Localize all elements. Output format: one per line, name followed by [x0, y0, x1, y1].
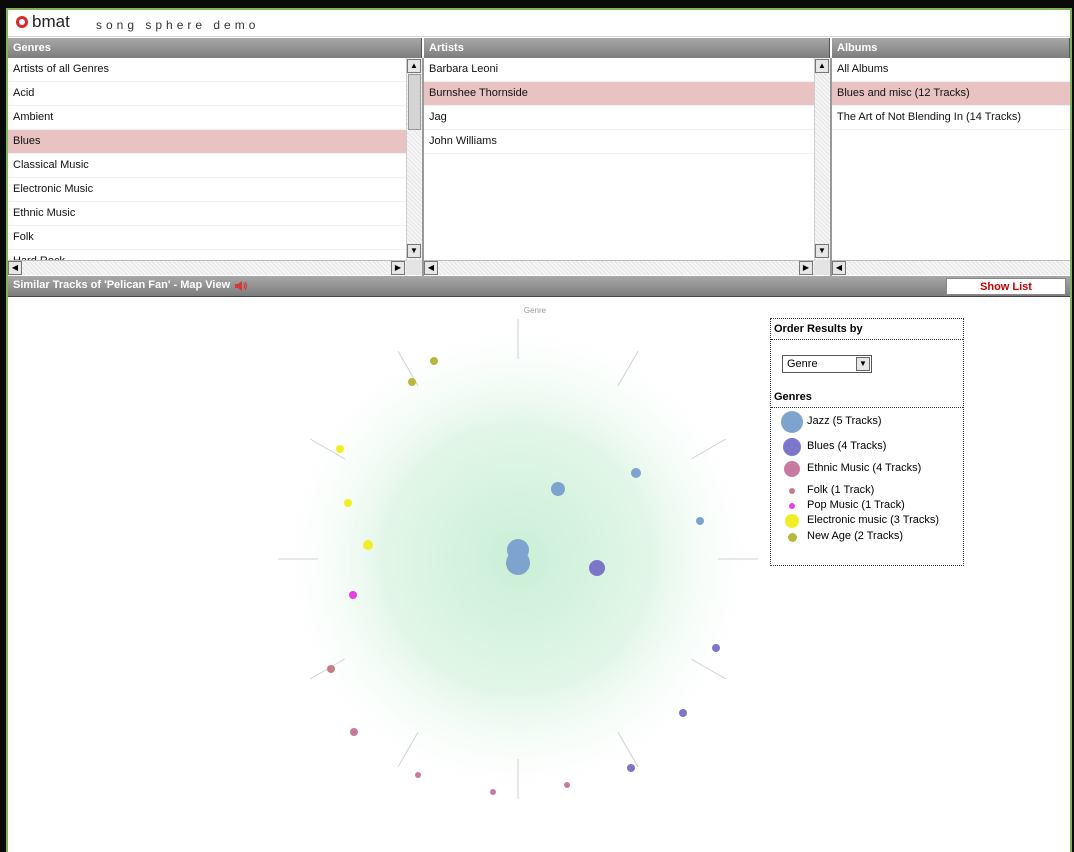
track-point[interactable] — [363, 540, 373, 550]
order-results-header: Order Results by — [771, 319, 963, 340]
brand-name: bmat — [32, 12, 70, 31]
song-sphere-map[interactable]: Genre Order Results by Genre ▼ Genres Ja… — [8, 297, 1070, 852]
track-point[interactable] — [589, 560, 605, 576]
legend-color-swatch — [784, 461, 800, 477]
track-point[interactable] — [696, 517, 704, 525]
scroll-up-arrow-icon[interactable]: ▲ — [815, 59, 829, 73]
genres-header[interactable]: Genres — [8, 38, 422, 58]
scroll-right-arrow-icon[interactable]: ▶ — [391, 261, 405, 275]
track-point[interactable] — [551, 482, 565, 496]
legend-item-label: Jazz (5 Tracks) — [807, 415, 882, 427]
track-point[interactable] — [627, 764, 635, 772]
genres-scroll-thumb[interactable] — [408, 74, 421, 130]
albums-list[interactable]: All Albums Blues and misc (12 Tracks) The … — [832, 58, 1070, 260]
track-point[interactable] — [430, 357, 438, 365]
track-point[interactable] — [344, 499, 352, 507]
track-point[interactable] — [564, 782, 570, 788]
artists-horizontal-scrollbar[interactable]: ◀ ▶ — [424, 260, 814, 275]
artists-list-item[interactable]: John Williams — [424, 130, 814, 154]
track-point[interactable] — [327, 665, 335, 673]
scroll-down-arrow-icon[interactable]: ▼ — [815, 244, 829, 258]
legend-color-swatch — [789, 488, 795, 494]
artists-header[interactable]: Artists — [424, 38, 830, 58]
chevron-down-icon[interactable]: ▼ — [856, 357, 870, 371]
genres-vertical-scrollbar[interactable]: ▲ ▼ — [406, 58, 423, 260]
genres-list[interactable]: Artists of all Genres Acid Ambient Blues Cla… — [8, 58, 406, 260]
show-list-button[interactable]: Show List — [946, 278, 1066, 295]
genres-list-item[interactable]: Electronic Music — [8, 178, 406, 202]
scroll-corner — [406, 260, 422, 275]
artists-vertical-scrollbar[interactable]: ▲ ▼ — [814, 58, 831, 260]
artists-list-item[interactable]: Barbara Leoni — [424, 58, 814, 82]
genres-list-item[interactable]: Ethnic Music — [8, 202, 406, 226]
genres-list-item[interactable]: Folk — [8, 226, 406, 250]
scroll-left-arrow-icon[interactable]: ◀ — [832, 261, 846, 275]
albums-list-item[interactable]: All Albums — [832, 58, 1070, 82]
legend-color-swatch — [787, 532, 797, 542]
track-point[interactable] — [350, 728, 358, 736]
legend-item-label: Folk (1 Track) — [807, 484, 875, 496]
legend-item-label: Blues (4 Tracks) — [807, 440, 887, 452]
genres-legend-header: Genres — [771, 387, 963, 408]
speaker-icon[interactable] — [234, 280, 248, 292]
legend-item-label: Electronic music (3 Tracks) — [807, 514, 940, 526]
track-point[interactable] — [679, 709, 687, 717]
legend-item[interactable]: Blues (4 Tracks) — [771, 438, 961, 458]
artists-list-item[interactable]: Burnshee Thornside — [424, 82, 814, 106]
app-subtitle: song sphere demo — [96, 18, 260, 32]
scroll-down-arrow-icon[interactable]: ▼ — [407, 244, 421, 258]
sphere-axis-label: Genre — [524, 306, 547, 315]
albums-list-item[interactable]: The Art of Not Blending In (14 Tracks) — [832, 106, 1070, 130]
genres-list-item[interactable]: Classical Music — [8, 154, 406, 178]
track-point[interactable] — [415, 772, 421, 778]
legend-item[interactable]: New Age (2 Tracks) — [771, 530, 961, 548]
scroll-left-arrow-icon[interactable]: ◀ — [8, 261, 22, 275]
legend-item[interactable]: Jazz (5 Tracks) — [771, 411, 961, 433]
track-point[interactable] — [490, 789, 496, 795]
albums-horizontal-scrollbar[interactable]: ◀ — [832, 260, 1070, 275]
genres-list-item[interactable]: Acid — [8, 82, 406, 106]
column-divider[interactable] — [830, 58, 832, 276]
genres-horizontal-scrollbar[interactable]: ◀ ▶ — [8, 260, 406, 275]
legend-color-swatch — [789, 503, 795, 509]
map-view-title: Similar Tracks of 'Pelican Fan' - Map Vi… — [13, 279, 231, 291]
legend-item[interactable]: Ethnic Music (4 Tracks) — [771, 461, 961, 480]
order-select[interactable]: Genre ▼ — [782, 355, 872, 373]
legend-item-label: New Age (2 Tracks) — [807, 530, 903, 542]
track-point[interactable] — [336, 445, 344, 453]
track-point[interactable] — [408, 378, 416, 386]
artists-list-item[interactable]: Jag — [424, 106, 814, 130]
legend-color-swatch — [781, 411, 803, 433]
legend-item-label: Ethnic Music (4 Tracks) — [807, 462, 922, 474]
genres-list-item[interactable]: Ambient — [8, 106, 406, 130]
track-point[interactable] — [712, 644, 720, 652]
genres-list-item[interactable]: Blues — [8, 130, 406, 154]
track-point[interactable] — [631, 468, 641, 478]
scroll-right-arrow-icon[interactable]: ▶ — [799, 261, 813, 275]
order-select-value: Genre — [787, 358, 818, 370]
scroll-up-arrow-icon[interactable]: ▲ — [407, 59, 421, 73]
map-view-header: Similar Tracks of 'Pelican Fan' - Map Vi… — [8, 276, 1070, 297]
title-bar: bmat song sphere demo — [8, 10, 1070, 37]
bmat-logo-icon — [16, 16, 28, 28]
scroll-left-arrow-icon[interactable]: ◀ — [424, 261, 438, 275]
track-point[interactable] — [506, 551, 530, 575]
albums-list-item[interactable]: Blues and misc (12 Tracks) — [832, 82, 1070, 106]
artists-list[interactable]: Barbara Leoni Burnshee Thornside Jag John W… — [424, 58, 814, 260]
legend-panel: Order Results by Genre ▼ Genres Jazz (5 … — [770, 318, 964, 566]
app-window: bmat song sphere demo Genres Artists Alb… — [6, 8, 1072, 852]
legend-item-label: Pop Music (1 Track) — [807, 499, 905, 511]
track-point[interactable] — [349, 591, 357, 599]
column-divider[interactable] — [422, 58, 424, 276]
legend-color-swatch — [783, 438, 801, 456]
scroll-corner — [814, 260, 830, 275]
albums-header[interactable]: Albums — [832, 38, 1070, 58]
genres-list-item[interactable]: Hard Rock — [8, 250, 406, 260]
genres-list-item[interactable]: Artists of all Genres — [8, 58, 406, 82]
legend-color-swatch — [785, 514, 799, 528]
